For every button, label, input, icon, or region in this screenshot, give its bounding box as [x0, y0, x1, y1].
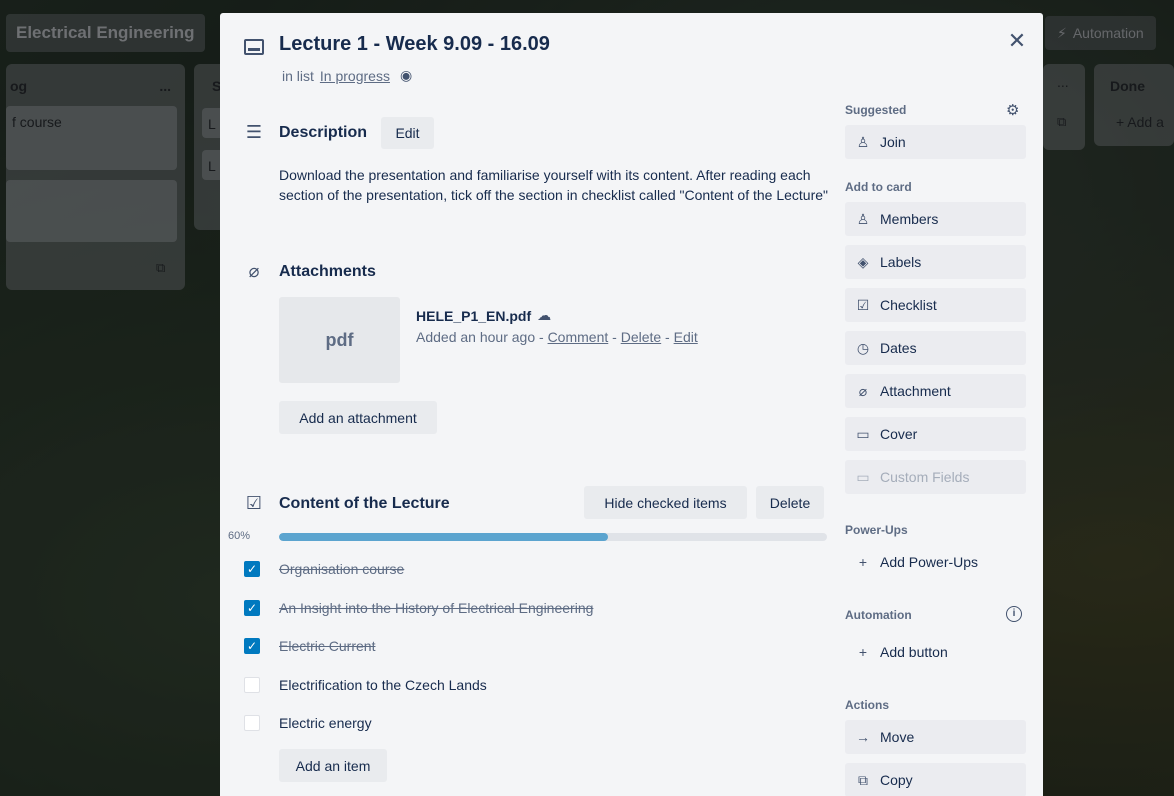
- dates-label: Dates: [880, 340, 917, 356]
- paperclip-icon: ⌀: [858, 382, 868, 399]
- card-icon: [244, 39, 264, 55]
- person-icon: ♙: [856, 133, 870, 150]
- attachment-delete-link[interactable]: Delete: [621, 329, 661, 345]
- checklist-icon: ☑: [245, 493, 263, 513]
- labels-label: Labels: [880, 254, 922, 270]
- close-icon[interactable]: ✕: [1005, 29, 1029, 53]
- attachment-thumbnail[interactable]: pdf: [279, 297, 400, 383]
- labels-button[interactable]: ◈ Labels: [845, 245, 1026, 279]
- attachment-added: Added an hour ago: [416, 329, 536, 345]
- checkbox-checked[interactable]: ✓: [244, 638, 260, 654]
- add-powerups-button[interactable]: + Add Power-Ups: [845, 545, 1026, 579]
- attachment-edit-link[interactable]: Edit: [674, 329, 698, 345]
- powerups-heading: Power-Ups: [845, 523, 908, 537]
- join-label: Join: [880, 134, 906, 150]
- copy-label: Copy: [880, 772, 913, 788]
- custom-fields-button[interactable]: ▭ Custom Fields: [845, 460, 1026, 494]
- copy-icon: ⧉: [858, 771, 868, 788]
- checkbox-checked[interactable]: ✓: [244, 600, 260, 616]
- checkbox-checked[interactable]: ✓: [244, 561, 260, 577]
- attachment-comment-link[interactable]: Comment: [548, 329, 609, 345]
- checklist-item-label[interactable]: Organisation course: [279, 561, 404, 577]
- cloud-download-icon[interactable]: ☁: [537, 307, 551, 324]
- members-button[interactable]: ♙ Members: [845, 202, 1026, 236]
- card-detail-modal: ✕ Lecture 1 - Week 9.09 - 16.09 in list …: [220, 13, 1043, 796]
- dates-button[interactable]: ◷ Dates: [845, 331, 1026, 365]
- paperclip-icon: ⌀: [248, 261, 260, 281]
- person-icon: ♙: [856, 210, 870, 227]
- gear-icon[interactable]: ⚙: [1006, 101, 1019, 119]
- add-attachment-button[interactable]: Add an attachment: [279, 401, 437, 434]
- members-label: Members: [880, 211, 939, 227]
- attachment-name[interactable]: HELE_P1_EN.pdf ☁: [416, 307, 551, 324]
- in-list-info: in list In progress ◉: [282, 67, 412, 84]
- checklist-item-label[interactable]: An Insight into the History of Electrica…: [279, 600, 593, 616]
- automation-heading: Automation: [845, 608, 912, 622]
- checklist-item[interactable]: ✓ Organisation course: [244, 557, 824, 581]
- progress-bar: [279, 533, 827, 541]
- add-to-card-heading: Add to card: [845, 180, 912, 194]
- progress-percent: 60%: [228, 530, 251, 542]
- eye-icon[interactable]: ◉: [400, 67, 412, 84]
- attachments-title: Attachments: [279, 263, 376, 280]
- add-item-button[interactable]: Add an item: [279, 749, 387, 782]
- description-edit-button[interactable]: Edit: [381, 117, 434, 149]
- checklist-title[interactable]: Content of the Lecture: [279, 495, 450, 513]
- move-button[interactable]: → Move: [845, 720, 1026, 754]
- attachment-button[interactable]: ⌀ Attachment: [845, 374, 1026, 408]
- description-title: Description: [279, 124, 368, 141]
- attachment-label: Attachment: [880, 383, 951, 399]
- cover-icon: ▭: [856, 425, 870, 442]
- tag-icon: ◈: [857, 253, 869, 270]
- attachment-thumb-label: pdf: [325, 329, 354, 350]
- checklist-item[interactable]: Electrification to the Czech Lands: [244, 673, 824, 697]
- copy-button[interactable]: ⧉ Copy: [845, 763, 1026, 796]
- arrow-right-icon: →: [856, 729, 870, 745]
- checklist-label: Checklist: [880, 297, 937, 313]
- checkbox-unchecked[interactable]: [244, 677, 260, 693]
- add-button-button[interactable]: + Add button: [845, 635, 1026, 669]
- description-text[interactable]: Download the presentation and familiaris…: [279, 165, 831, 205]
- attachment-meta: Added an hour ago - Comment - Delete - E…: [416, 329, 698, 345]
- add-button-label: Add button: [880, 644, 948, 660]
- attachment-file-name: HELE_P1_EN.pdf: [416, 307, 532, 324]
- add-powerups-label: Add Power-Ups: [880, 554, 979, 570]
- plus-icon: +: [858, 554, 868, 570]
- clock-icon: ◷: [856, 339, 870, 356]
- move-label: Move: [880, 729, 915, 745]
- checklist-item[interactable]: Electric energy: [244, 711, 824, 735]
- checklist-item-label[interactable]: Electric Current: [279, 638, 375, 654]
- checklist-item[interactable]: ✓ An Insight into the History of Electric…: [244, 596, 824, 620]
- plus-icon: +: [858, 644, 868, 660]
- join-button[interactable]: ♙ Join: [845, 125, 1026, 159]
- progress-bar-fill: [279, 533, 608, 541]
- info-icon[interactable]: i: [1006, 606, 1022, 622]
- custom-fields-label: Custom Fields: [880, 469, 970, 485]
- checklist-item[interactable]: ✓ Electric Current: [244, 634, 824, 658]
- hide-checked-items-button[interactable]: Hide checked items: [584, 486, 747, 519]
- list-name-link[interactable]: In progress: [320, 68, 390, 84]
- cover-button[interactable]: ▭ Cover: [845, 417, 1026, 451]
- checkbox-icon: ☑: [856, 296, 870, 313]
- in-list-prefix: in list: [282, 67, 314, 84]
- description-icon: ☰: [245, 122, 263, 142]
- delete-checklist-button[interactable]: Delete: [756, 486, 824, 519]
- checklist-button[interactable]: ☑ Checklist: [845, 288, 1026, 322]
- checklist-item-label[interactable]: Electric energy: [279, 715, 372, 731]
- custom-fields-icon: ▭: [856, 468, 870, 485]
- suggested-heading: Suggested: [845, 103, 907, 117]
- card-title[interactable]: Lecture 1 - Week 9.09 - 16.09: [279, 33, 550, 56]
- actions-heading: Actions: [845, 698, 890, 712]
- cover-label: Cover: [880, 426, 918, 442]
- checkbox-unchecked[interactable]: [244, 715, 260, 731]
- checklist-item-label[interactable]: Electrification to the Czech Lands: [279, 677, 487, 693]
